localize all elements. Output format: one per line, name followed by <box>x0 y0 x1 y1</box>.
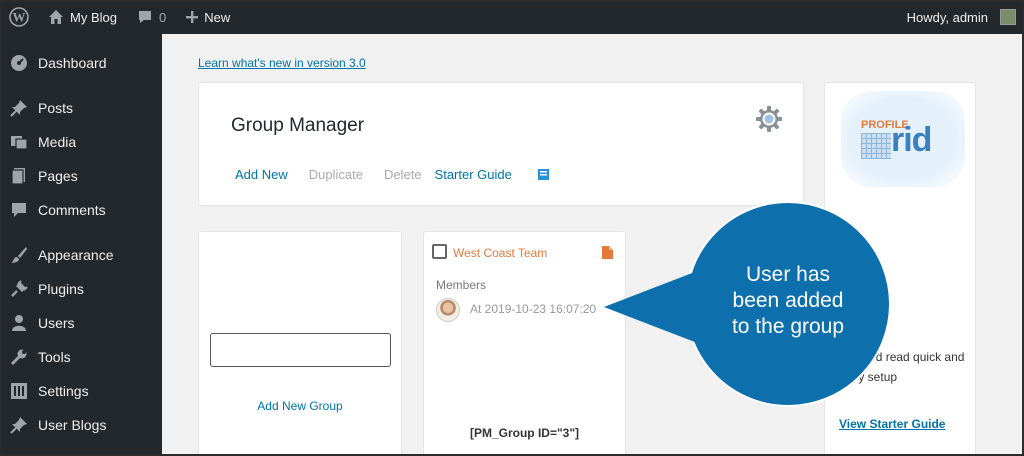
starter-guide-link[interactable]: Starter Guide <box>435 167 550 182</box>
add-new-button[interactable]: Add New <box>235 167 288 182</box>
greeting: Howdy, admin <box>906 9 988 25</box>
sidebar-label-appearance: Appearance <box>38 247 114 263</box>
duplicate-button[interactable]: Duplicate <box>309 167 363 182</box>
admin-sidebar: Dashboard Posts Media Pages Comments App… <box>0 34 162 456</box>
dashboard-icon <box>10 54 28 72</box>
sidebar-item-dashboard[interactable]: Dashboard <box>0 46 162 80</box>
member-added-time: At 2019-10-23 16:07:20 <box>470 302 597 316</box>
avatar <box>1000 9 1016 25</box>
sidebar-label-tools: Tools <box>38 349 71 365</box>
plug-icon <box>10 280 28 298</box>
delete-button[interactable]: Delete <box>384 167 422 182</box>
sidebar-item-media[interactable]: Media <box>0 125 162 159</box>
learn-whats-new-link[interactable]: Learn what's new in version 3.0 <box>198 56 366 70</box>
sidebar-item-posts[interactable]: Posts <box>0 91 162 125</box>
callout-line1: User has <box>745 263 831 286</box>
callout-text: User has been added to the group <box>690 262 886 340</box>
group-actions: Add New Duplicate Delete Starter Guide <box>235 167 571 182</box>
sidebar-label-posts: Posts <box>38 100 74 116</box>
comment-icon <box>10 201 28 219</box>
sidebar-label-user-blogs: User Blogs <box>38 417 107 433</box>
sidebar-item-user-blogs[interactable]: User Blogs <box>0 408 162 442</box>
svg-text:W: W <box>13 10 26 25</box>
member-avatar[interactable] <box>436 298 460 322</box>
pushpin-icon <box>10 99 28 117</box>
new-content-link[interactable]: New <box>176 0 240 34</box>
sidebar-label-dashboard: Dashboard <box>38 55 107 71</box>
sidebar-label-pages: Pages <box>38 168 78 184</box>
sidebar-label-settings: Settings <box>38 383 89 399</box>
view-starter-guide-link[interactable]: View Starter Guide <box>839 417 945 431</box>
callout-line3: to the group <box>731 315 845 338</box>
add-new-group-link[interactable]: Add New Group <box>199 399 401 413</box>
media-icon <box>10 133 28 151</box>
page-title: Group Manager <box>231 115 365 136</box>
starter-description: mended read quick and easy setup <box>839 350 965 384</box>
sidebar-item-pages[interactable]: Pages <box>0 159 162 193</box>
sidebar-label-plugins: Plugins <box>38 281 84 297</box>
members-label: Members <box>436 278 487 292</box>
comments-link[interactable]: 0 <box>127 0 176 34</box>
group-card: West Coast Team Members At 2019-10-23 16… <box>423 231 626 456</box>
paintbrush-icon <box>10 246 28 264</box>
new-group-card: Add New Group <box>198 231 402 456</box>
comment-count: 0 <box>158 9 167 25</box>
admin-bar: W My Blog 0 New Howdy, admin <box>0 0 1024 34</box>
group-select-checkbox[interactable] <box>432 244 447 259</box>
document-icon[interactable] <box>602 246 613 264</box>
plus-icon <box>186 11 199 23</box>
starter-heading-line1: rter <box>837 235 870 260</box>
new-label: New <box>204 9 231 25</box>
sidebar-item-settings[interactable]: Settings <box>0 374 162 408</box>
sidebar-item-appearance[interactable]: Appearance <box>0 238 162 272</box>
sidebar-label-media: Media <box>38 134 77 150</box>
sidebar-label-comments: Comments <box>38 202 106 218</box>
sidebar-item-comments[interactable]: Comments <box>0 193 162 227</box>
sidebar-item-plugins[interactable]: Plugins <box>0 272 162 306</box>
sidebar-item-tools[interactable]: Tools <box>0 340 162 374</box>
user-icon <box>10 314 28 332</box>
starter-guide-label: Starter Guide <box>434 167 512 182</box>
logo-grid-mark <box>861 133 891 159</box>
comment-icon <box>138 11 151 23</box>
callout-line2: been added <box>732 289 844 312</box>
wrench-icon <box>10 348 28 366</box>
wordpress-logo-button[interactable]: W <box>0 0 38 34</box>
new-group-name-input[interactable] <box>210 333 391 367</box>
account-menu[interactable]: Howdy, admin <box>897 0 1024 34</box>
book-icon <box>537 169 549 180</box>
group-shortcode: [PM_Group ID="3"] <box>469 426 580 440</box>
site-name-link[interactable]: My Blog <box>38 0 127 34</box>
settings-icon <box>10 382 28 400</box>
group-name-link[interactable]: West Coast Team <box>453 246 547 260</box>
group-manager-panel: Group Manager Add New Duplicate Delete S… <box>198 82 804 206</box>
sidebar-label-users: Users <box>38 315 75 331</box>
home-icon <box>49 10 63 24</box>
pushpin-icon <box>10 416 28 434</box>
sidebar-item-users[interactable]: Users <box>0 306 162 340</box>
profilegrid-logo: PROFILE rid <box>841 91 965 187</box>
site-name: My Blog <box>70 9 117 25</box>
pages-icon <box>10 167 28 185</box>
logo-text-rid: rid <box>891 121 932 159</box>
gear-icon[interactable] <box>755 105 783 138</box>
wordpress-icon: W <box>9 7 29 27</box>
